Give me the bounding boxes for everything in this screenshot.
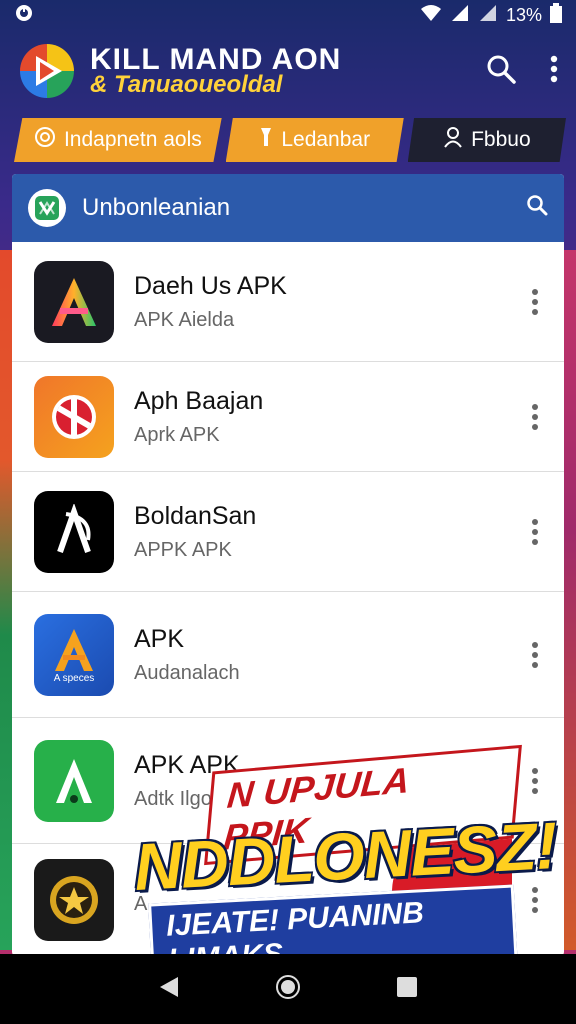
chip-indapnetn[interactable]: Indapnetn aols — [14, 118, 222, 162]
more-options-icon[interactable] — [532, 767, 538, 794]
app-subtitle: & Tanuaoueoldal — [90, 71, 283, 98]
app-name: APK — [134, 624, 185, 653]
app-name: Aph Baajan — [134, 386, 264, 415]
app-name: BoldanSan — [134, 501, 257, 530]
list-item[interactable]: A speces APK Audanalach — [12, 592, 564, 718]
app-icon-green-a — [34, 739, 114, 822]
app-icon-black-a — [34, 490, 114, 573]
app-icon-gold-badge — [34, 859, 114, 941]
at-sign-icon — [34, 126, 56, 154]
chip-label: Indapnetn aols — [63, 128, 202, 151]
panel-header: Unbonleanian — [12, 174, 564, 242]
signal-icon — [450, 4, 470, 27]
system-nav-bar — [0, 954, 576, 1024]
more-options-icon[interactable] — [532, 288, 538, 315]
more-options-icon[interactable] — [532, 641, 538, 668]
wifi-icon — [420, 4, 442, 27]
battery-icon — [550, 2, 562, 28]
app-icon-red-circle — [34, 375, 114, 458]
app-name: Daeh Us APK — [134, 271, 287, 300]
app-subtitle: APK Aielda — [134, 308, 235, 331]
app-subtitle: Audanalach — [134, 661, 240, 684]
recents-icon[interactable] — [396, 976, 418, 1003]
chip-label: Fbbuo — [471, 128, 531, 151]
more-options-icon[interactable] — [532, 518, 538, 545]
pin-icon — [259, 126, 273, 154]
status-bar: 13% — [0, 0, 576, 30]
app-bar: KILL MAND AON & Tanuaoueoldal — [0, 30, 576, 112]
app-logo — [18, 42, 76, 100]
battery-percent: 13% — [505, 4, 542, 25]
more-options-icon[interactable] — [532, 887, 538, 913]
list-item[interactable]: BoldanSan APPK APK — [12, 472, 564, 592]
chip-label: Ledanbar — [281, 128, 371, 151]
filter-chips: Indapnetn aols Ledanbar Fbbuo — [14, 118, 566, 162]
background-right-stripe — [562, 250, 576, 950]
app-subtitle: Aprk APK — [134, 423, 220, 446]
status-icons: 13% — [420, 2, 562, 28]
home-icon[interactable] — [275, 974, 301, 1005]
back-icon[interactable] — [158, 975, 180, 1004]
panel-search-icon[interactable] — [526, 194, 548, 223]
list-item[interactable]: Daeh Us APK APK Aielda — [12, 242, 564, 362]
app-icon-blue-a: A speces — [34, 613, 114, 696]
promo-banner[interactable]: N UPJULA PPIK NDDLONESZ! IJEATE! PUANINB… — [126, 744, 558, 986]
search-icon[interactable] — [486, 54, 516, 89]
app-icon-caption: A speces — [53, 673, 95, 684]
signal-icon-2 — [478, 4, 498, 27]
app-icon-a-gradient — [34, 260, 114, 343]
panel-title: Unbonleanian — [82, 194, 231, 221]
list-item[interactable]: Aph Baajan Aprk APK — [12, 362, 564, 472]
more-options-icon[interactable] — [532, 403, 538, 430]
overflow-menu-icon[interactable] — [550, 55, 558, 88]
app-subtitle: APPK APK — [134, 538, 232, 561]
android-logo-icon — [28, 189, 66, 227]
chip-ledanbar[interactable]: Ledanbar — [225, 118, 404, 162]
user-icon — [443, 126, 463, 154]
notification-icon — [14, 3, 34, 28]
chip-fbbuo[interactable]: Fbbuo — [407, 118, 566, 162]
